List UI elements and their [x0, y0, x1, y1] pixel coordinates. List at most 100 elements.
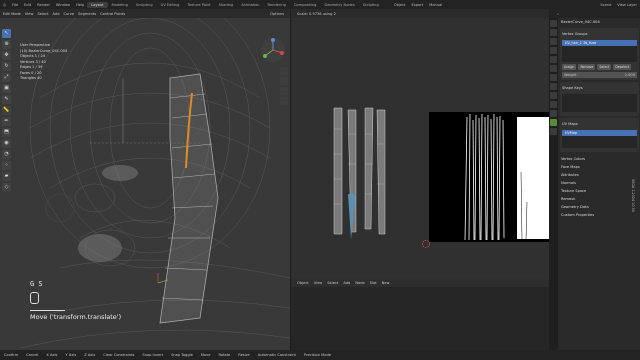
section-texture-space[interactable]: Texture Space	[561, 187, 638, 195]
section-normals[interactable]: Normals	[561, 179, 638, 187]
data-tab-icon[interactable]	[550, 119, 557, 126]
blender-logo-icon[interactable]: ◎	[0, 3, 9, 7]
deselect-button[interactable]: Deselect	[613, 64, 632, 70]
3d-viewport[interactable]: Edit Mode View Select Add Curve Segments…	[0, 9, 290, 350]
material-tab-icon[interactable]	[550, 128, 557, 135]
new-material-button[interactable]: New	[382, 281, 390, 285]
cursor-tool-icon[interactable]: ⊕	[2, 40, 11, 49]
mode-selector[interactable]: Edit Mode	[3, 12, 21, 16]
shrink-tool-icon[interactable]: ◇	[2, 183, 11, 192]
view-layer-tab-icon[interactable]	[550, 47, 557, 54]
node-menu-select[interactable]: Select	[327, 281, 338, 285]
section-attributes[interactable]: Attributes	[561, 171, 638, 179]
vertex-groups-title[interactable]: Vertex Groups	[562, 30, 637, 38]
section-geometry-data[interactable]: Geometry Data	[561, 203, 638, 211]
tool-tab-icon[interactable]	[550, 20, 557, 27]
tab-texture-paint[interactable]: Texture Paint	[183, 2, 214, 8]
tab-animation[interactable]: Animation	[237, 2, 263, 8]
node-editor[interactable]: Object View Select Add Node Slot New	[291, 279, 549, 350]
shape-keys-title[interactable]: Shape Keys	[562, 84, 637, 92]
navigation-gizmo[interactable]	[260, 37, 286, 63]
grid-icon[interactable]	[280, 97, 288, 105]
scene-selector[interactable]: Scene	[597, 3, 614, 7]
camera-icon[interactable]	[280, 87, 288, 95]
constraints-tab-icon[interactable]	[550, 110, 557, 117]
tab-rendering[interactable]: Rendering	[264, 2, 290, 8]
physics-tab-icon[interactable]	[550, 101, 557, 108]
hair-texture-image[interactable]	[429, 112, 549, 242]
draw-tool-icon[interactable]: ✏	[2, 117, 11, 126]
viewport-menu-segments[interactable]: Segments	[78, 12, 96, 16]
viewport-menu-control-points[interactable]: Control Points	[100, 12, 125, 16]
select-tool-icon[interactable]: ↖	[2, 29, 11, 38]
node-menu-slot[interactable]: Slot	[370, 281, 377, 285]
section-remesh[interactable]: Remesh	[561, 195, 638, 203]
properties-search-icon[interactable]: ⌕	[557, 12, 559, 16]
tab-sculpting[interactable]: Sculpting	[132, 2, 157, 8]
world-tab-icon[interactable]	[550, 65, 557, 72]
vertex-group-item[interactable]: UV_hair_1 3d_fuse	[562, 40, 637, 46]
tab-compositing[interactable]: Compositing	[290, 2, 321, 8]
output-tab-icon[interactable]	[550, 38, 557, 45]
extrude-tool-icon[interactable]: ⬒	[2, 128, 11, 137]
object-tab-icon[interactable]	[550, 74, 557, 81]
tab-uv-editing[interactable]: UV Editing	[157, 2, 184, 8]
weight-field[interactable]: Weight 1.000	[562, 72, 637, 78]
menu-window[interactable]: Window	[53, 3, 73, 7]
view-layer-selector[interactable]: View Layer	[614, 3, 640, 7]
properties-editor[interactable]: ⌕ BezierCurve_04C.004 Vertex Groups UV_h…	[549, 9, 640, 350]
menu-render[interactable]: Render	[34, 3, 53, 7]
image-menu-export[interactable]: Export	[408, 3, 426, 7]
viewport-menu-view[interactable]: View	[25, 12, 34, 16]
node-menu-node[interactable]: Node	[355, 281, 364, 285]
viewport-menu-select[interactable]: Select	[37, 12, 48, 16]
viewport-menu-add[interactable]: Add	[53, 12, 60, 16]
menu-help[interactable]: Help	[73, 3, 87, 7]
node-menu-add[interactable]: Add	[343, 281, 350, 285]
uv-map-list[interactable]: UVMap	[562, 130, 637, 148]
assign-button[interactable]: Assign	[562, 64, 577, 70]
shear-tool-icon[interactable]: ▰	[2, 172, 11, 181]
section-custom-properties[interactable]: Custom Properties	[561, 211, 638, 219]
tilt-tool-icon[interactable]: ◔	[2, 150, 11, 159]
menu-edit[interactable]: Edit	[21, 3, 34, 7]
uv-islands[interactable]	[321, 104, 391, 244]
measure-tool-icon[interactable]: 📏	[2, 106, 11, 115]
annotate-tool-icon[interactable]: ✎	[2, 95, 11, 104]
rotate-tool-icon[interactable]: ↻	[2, 62, 11, 71]
data-object-name: BezierCurve_04C.004	[561, 20, 600, 24]
node-menu-object[interactable]: Object	[297, 281, 309, 285]
menu-file[interactable]: File	[9, 3, 21, 7]
remove-button[interactable]: Remove	[578, 64, 596, 70]
render-tab-icon[interactable]	[550, 29, 557, 36]
scale-tool-icon[interactable]: ⤢	[2, 73, 11, 82]
transform-tool-icon[interactable]: ▣	[2, 84, 11, 93]
tab-scripting[interactable]: Scripting	[359, 2, 383, 8]
pan-hand-icon[interactable]	[280, 77, 288, 85]
select-button[interactable]: Select	[597, 64, 612, 70]
uv-map-item[interactable]: UVMap	[562, 130, 637, 136]
viewport-menu-curve[interactable]: Curve	[64, 12, 75, 16]
section-face-maps[interactable]: Face Maps	[561, 163, 638, 171]
image-menu-object[interactable]: Object	[391, 3, 409, 7]
shape-key-list[interactable]	[562, 94, 637, 112]
particles-tab-icon[interactable]	[550, 92, 557, 99]
2d-cursor-icon[interactable]	[421, 239, 431, 249]
radius-tool-icon[interactable]: ◉	[2, 139, 11, 148]
vertex-group-list[interactable]: UV_hair_1 3d_fuse	[562, 40, 637, 62]
tab-modeling[interactable]: Modeling	[108, 2, 132, 8]
modifier-tab-icon[interactable]	[550, 83, 557, 90]
tab-shading[interactable]: Shading	[215, 2, 238, 8]
tab-geometry-nodes[interactable]: Geometry Nodes	[320, 2, 358, 8]
image-menu-manual[interactable]: Manual	[426, 3, 445, 7]
view-controls	[280, 67, 288, 107]
options-button[interactable]: Options	[270, 12, 284, 16]
move-tool-icon[interactable]: ✥	[2, 51, 11, 60]
zoom-icon[interactable]	[280, 67, 288, 75]
section-vertex-colors[interactable]: Vertex Colors	[561, 155, 638, 163]
uv-maps-title[interactable]: UV Maps	[562, 120, 637, 128]
node-menu-view[interactable]: View	[314, 281, 323, 285]
randomize-tool-icon[interactable]: ⁘	[2, 161, 11, 170]
tab-layout[interactable]: Layout	[87, 1, 108, 8]
scene-tab-icon[interactable]	[550, 56, 557, 63]
